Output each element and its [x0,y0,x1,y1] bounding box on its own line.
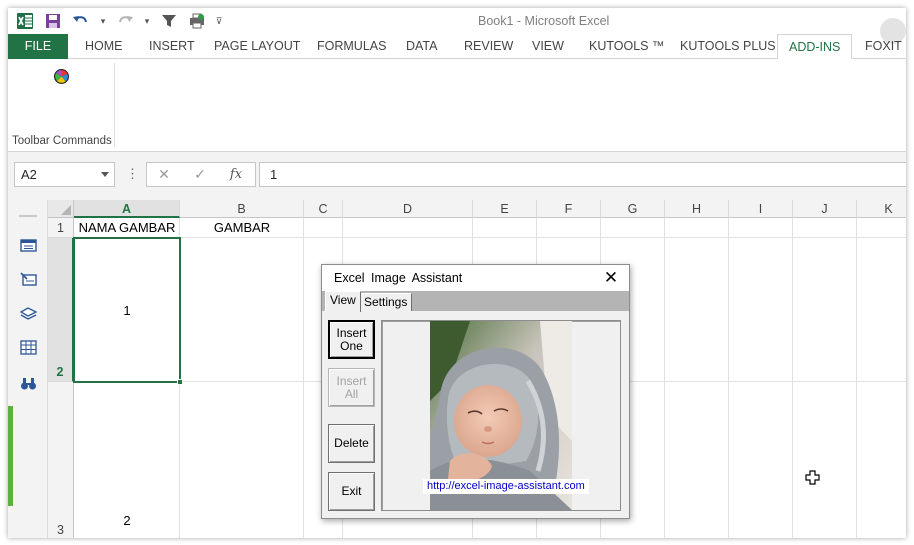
formula-buttons: ✕ ✓ fx [146,162,256,187]
insert-all-label: Insert All [336,373,367,401]
select-all-triangle-icon [61,205,71,215]
name-manager-icon[interactable] [19,306,38,321]
gridline [856,218,857,538]
image-preview: http://excel-image-assistant.com [381,320,621,511]
insert-one-button[interactable]: Insert One [328,320,375,359]
formula-bar-area: A2 ⋮ ✕ ✓ fx 1 [8,152,906,200]
tab-foxit[interactable]: FOXIT P [865,34,906,59]
gridline [792,218,793,538]
window-title: Book1 - Microsoft Excel [478,14,610,28]
pane-toggle-handle[interactable] [8,406,13,506]
exit-button[interactable]: Exit [328,472,375,511]
row-header-2[interactable]: 2 [48,238,74,382]
tab-data[interactable]: DATA [406,34,437,59]
image-assistant-dialog: Excel Image Assistant ✕ View Settings In… [321,264,630,519]
autotext-icon[interactable] [20,272,37,287]
insert-all-label-line1: Insert [336,373,367,388]
select-all-corner[interactable] [48,200,74,218]
find-replace-icon[interactable] [20,376,37,391]
gridline [74,237,906,238]
tab-insert[interactable]: INSERT [149,34,195,59]
website-link[interactable]: http://excel-image-assistant.com [423,479,589,494]
column-header-a[interactable]: A [74,200,180,218]
title-bar: ▾ ▾ ⊽ Book1 - Microsoft Excel [8,8,906,44]
column-header-b[interactable]: B [180,200,304,218]
row-header-label: 3 [57,523,64,537]
formula-input[interactable]: 1 [259,162,906,187]
fill-handle[interactable] [177,379,183,385]
cancel-icon[interactable]: ✕ [153,165,175,184]
column-header-e[interactable]: E [473,200,537,218]
gridline [303,218,304,538]
delete-button[interactable]: Delete [328,424,375,463]
ribbon-tabs: FILE HOME INSERT PAGE LAYOUT FORMULAS DA… [8,34,906,60]
name-box-value: A2 [21,167,37,182]
selection-border [73,237,181,383]
insert-one-label-line2: One [340,338,363,353]
ribbon-group-label: Toolbar Commands [12,135,112,147]
tab-file[interactable]: FILE [8,34,68,59]
dialog-title-bar[interactable]: Excel Image Assistant ✕ [322,265,629,291]
insert-function-icon[interactable]: fx [225,165,247,184]
dialog-tabstrip: View Settings [322,291,629,312]
row-header-label: 2 [56,365,64,379]
column-header-d[interactable]: D [343,200,473,218]
insert-all-button[interactable]: Insert All [328,368,375,407]
insert-one-label: Insert One [336,325,367,353]
pane-grip[interactable] [19,215,37,217]
dialog-title: Excel Image Assistant [334,271,463,285]
gridline [728,218,729,538]
column-header-h[interactable]: H [665,200,729,218]
column-header-f[interactable]: F [537,200,601,218]
tab-view-dialog[interactable]: View [325,291,361,312]
navigation-pane [8,200,48,538]
cell-cursor-icon [805,470,821,486]
cell-a3[interactable]: 2 [74,513,180,528]
formula-bar-splitter[interactable]: ⋮ [126,164,139,184]
column-header-j[interactable]: J [793,200,857,218]
column-header-i[interactable]: I [729,200,793,218]
insert-one-label-line1: Insert [336,325,367,340]
ribbon: Toolbar Commands [8,59,906,152]
row-header-3[interactable]: 3 [48,382,74,538]
cell-b1[interactable]: GAMBAR [180,220,304,235]
close-icon[interactable]: ✕ [601,268,621,288]
image-assistant-icon[interactable] [53,68,70,85]
name-box[interactable]: A2 [14,162,115,187]
tab-review[interactable]: REVIEW [464,34,513,59]
name-box-dropdown-icon[interactable] [101,172,109,177]
column-header-g[interactable]: G [601,200,665,218]
tab-settings[interactable]: Settings [359,293,413,311]
column-list-icon[interactable] [20,340,37,355]
row-header-label: 1 [57,221,64,235]
insert-all-label-line2: All [344,386,359,401]
workbook-sheets-icon[interactable] [20,238,37,253]
excel-window: ▾ ▾ ⊽ Book1 - Microsoft Excel FILE HOME … [8,8,906,538]
tab-formulas[interactable]: FORMULAS [317,34,386,59]
row-header-1[interactable]: 1 [48,218,74,238]
column-header-c[interactable]: C [304,200,343,218]
tab-home[interactable]: HOME [85,34,123,59]
column-header-k[interactable]: K [857,200,906,218]
enter-icon[interactable]: ✓ [189,165,211,184]
tab-view[interactable]: VIEW [532,34,564,59]
tab-kutools-plus[interactable]: KUTOOLS PLUS [680,34,776,59]
toolbar-commands-group: Toolbar Commands [8,63,115,147]
cell-a1[interactable]: NAMA GAMBAR [74,220,180,235]
tab-kutools[interactable]: KUTOOLS ™ [589,34,664,59]
gridline [664,218,665,538]
tab-page-layout[interactable]: PAGE LAYOUT [214,34,300,59]
tab-add-ins[interactable]: ADD-INS [777,34,853,60]
